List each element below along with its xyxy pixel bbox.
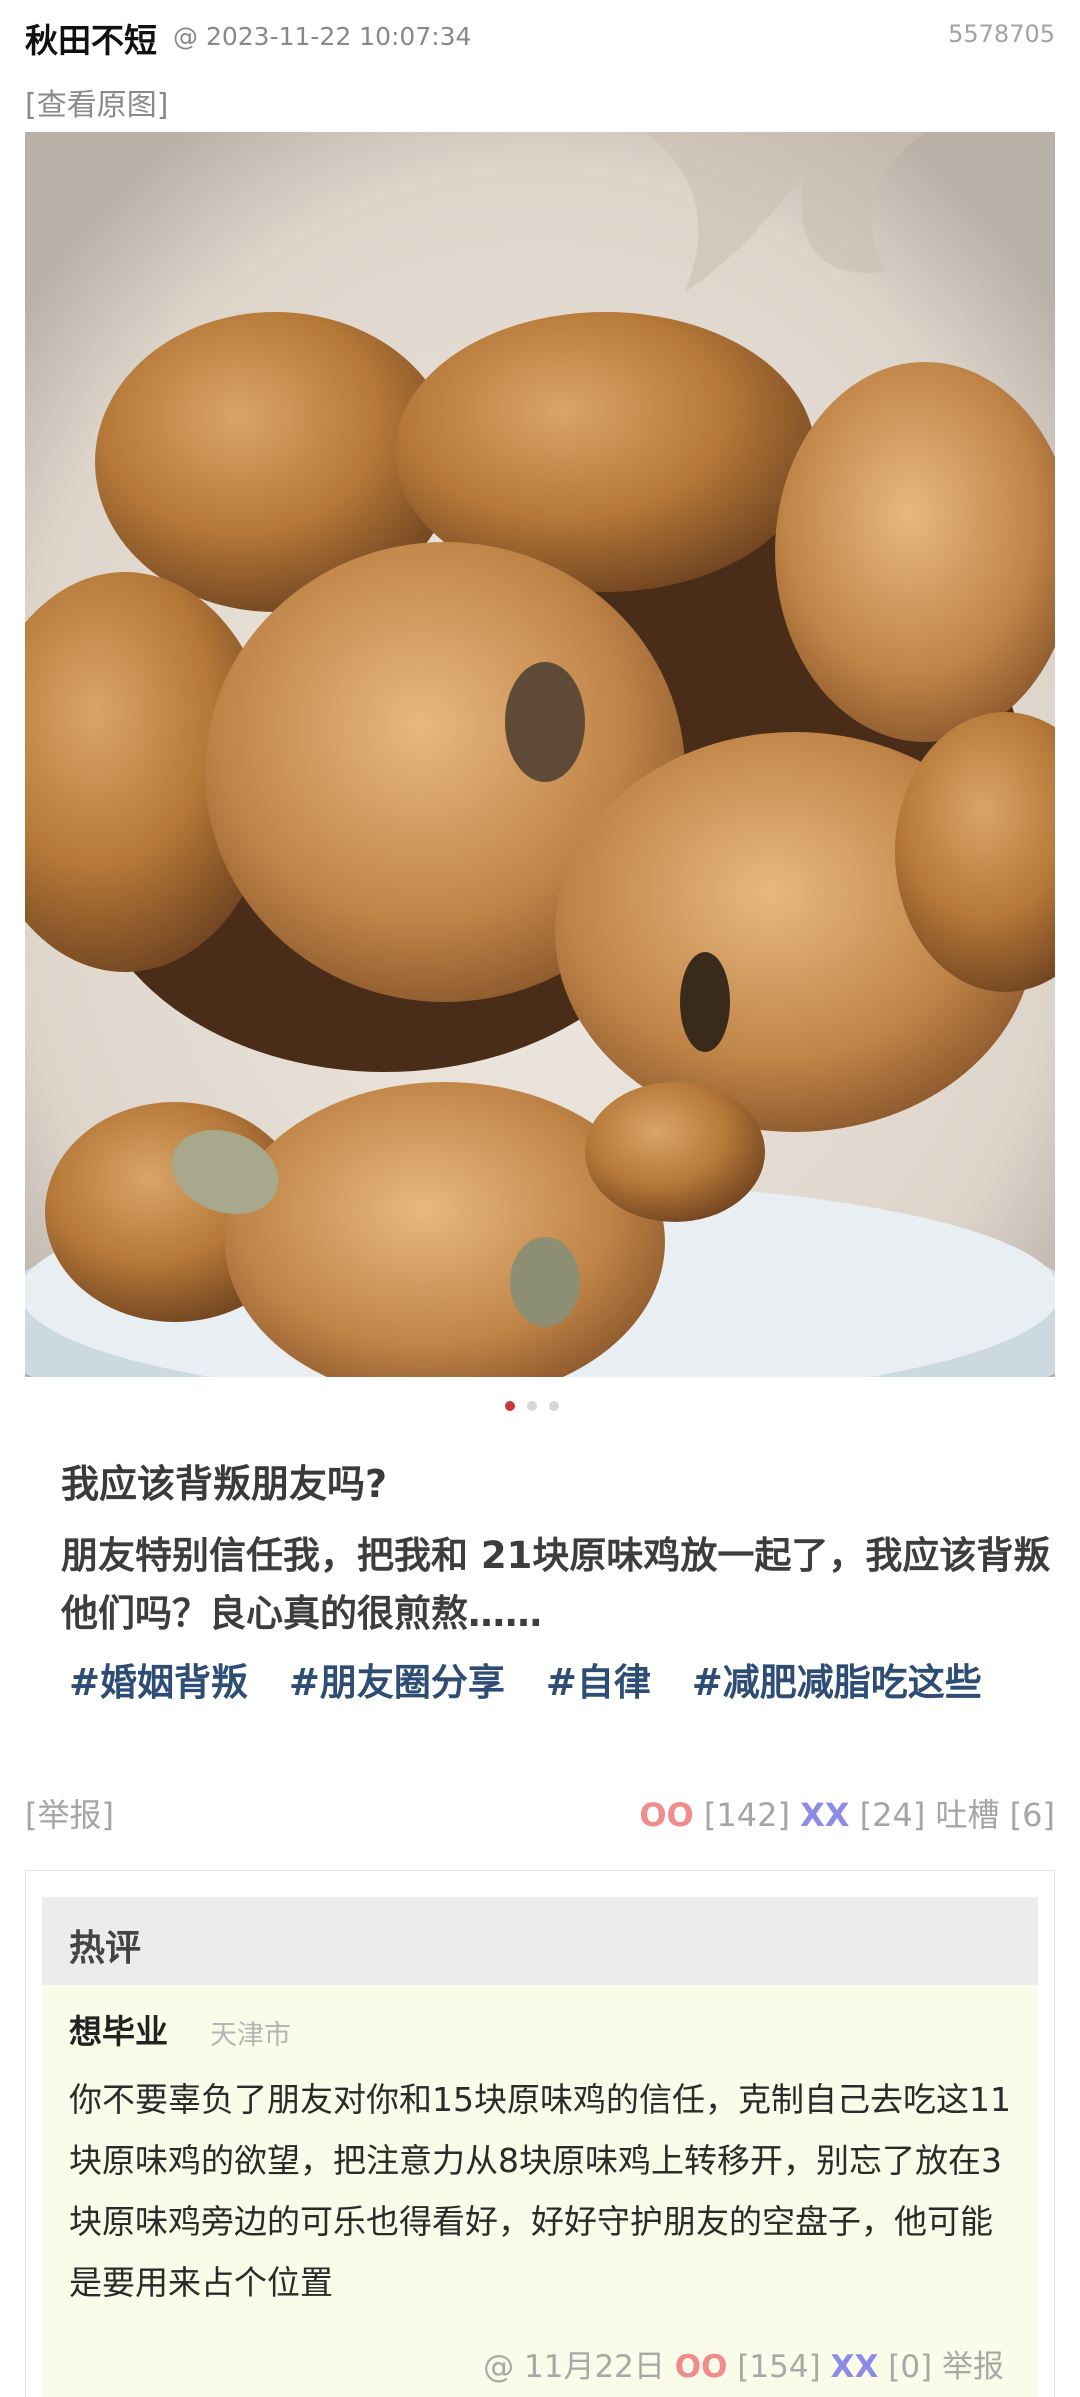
comment-date: @ 11月22日 xyxy=(483,2349,665,2385)
oo-count: [142] xyxy=(703,1796,790,1834)
comment-oo-button[interactable]: OO xyxy=(675,2349,728,2385)
question-body: 朋友特别信任我，把我和 21块原味鸡放一起了，我应该背叛他们吗？良心真的很煎熬…… xyxy=(61,1534,1051,1635)
carousel-dots xyxy=(505,1401,585,1417)
comment-xx-count: [0] xyxy=(888,2349,933,2385)
carousel-dot[interactable] xyxy=(549,1401,559,1411)
comment-report-button[interactable]: 举报 xyxy=(942,2349,1004,2385)
view-original-link[interactable]: [查看原图] xyxy=(25,80,168,124)
comment-xx-button[interactable]: XX xyxy=(831,2349,879,2385)
xx-count: [24] xyxy=(859,1796,926,1834)
vote-bar: OO [142] XX [24] 吐槽 [6] xyxy=(639,1790,1055,1836)
post-id[interactable]: 5578705 xyxy=(948,20,1055,48)
image-caption: 我应该背叛朋友吗? 朋友特别信任我，把我和 21块原味鸡放一起了，我应该背叛他们… xyxy=(25,1377,1055,1737)
hashtag: #自律 xyxy=(545,1661,651,1704)
carousel-dot[interactable] xyxy=(527,1401,537,1411)
hot-comments-header: 热评 xyxy=(42,1897,1038,1985)
comment-oo-count: [154] xyxy=(737,2349,821,2385)
post-timestamp: @ 2023-11-22 10:07:34 xyxy=(173,22,472,51)
hashtag: #婚姻背叛 xyxy=(69,1661,249,1704)
post-actions: [举报] OO [142] XX [24] 吐槽 [6] xyxy=(25,1790,1055,1834)
xx-vote-button[interactable]: XX xyxy=(800,1796,849,1834)
question-title: 我应该背叛朋友吗? xyxy=(61,1462,388,1506)
hashtag: #朋友圈分享 xyxy=(288,1661,505,1704)
hot-comments-title: 热评 xyxy=(69,1928,142,1969)
hashtag-list: #婚姻背叛 #朋友圈分享 #自律 #减肥减脂吃这些 xyxy=(69,1652,1010,1706)
commenter-location: 天津市 xyxy=(210,2020,291,2051)
carousel-dot-active[interactable] xyxy=(505,1401,515,1411)
hashtag: #减肥减脂吃这些 xyxy=(691,1661,982,1704)
post-header: 秋田不短 @ 2023-11-22 10:07:34 5578705 xyxy=(25,14,1055,64)
author-name[interactable]: 秋田不短 xyxy=(25,14,157,62)
commenter-name[interactable]: 想毕业 xyxy=(69,2005,168,2053)
oo-vote-button[interactable]: OO xyxy=(639,1796,693,1834)
report-button[interactable]: [举报] xyxy=(25,1790,114,1836)
fried-chicken-photo[interactable] xyxy=(25,132,1055,1377)
tucao-button[interactable]: 吐槽 [6] xyxy=(935,1796,1055,1834)
comment-text: 你不要辜负了朋友对你和15块原味鸡的信任，克制自己去吃这11块原味鸡的欲望，把注… xyxy=(69,2080,1011,2302)
hot-comments-section: 热评 想毕业 天津市 你不要辜负了朋友对你和15块原味鸡的信任，克制自己去吃这1… xyxy=(25,1870,1055,2397)
comment-footer: @ 11月22日 OO [154] XX [0] 举报 xyxy=(483,2341,1004,2386)
photo-illustration xyxy=(25,132,1055,1377)
comment-item: 想毕业 天津市 你不要辜负了朋友对你和15块原味鸡的信任，克制自己去吃这11块原… xyxy=(42,1985,1038,2397)
